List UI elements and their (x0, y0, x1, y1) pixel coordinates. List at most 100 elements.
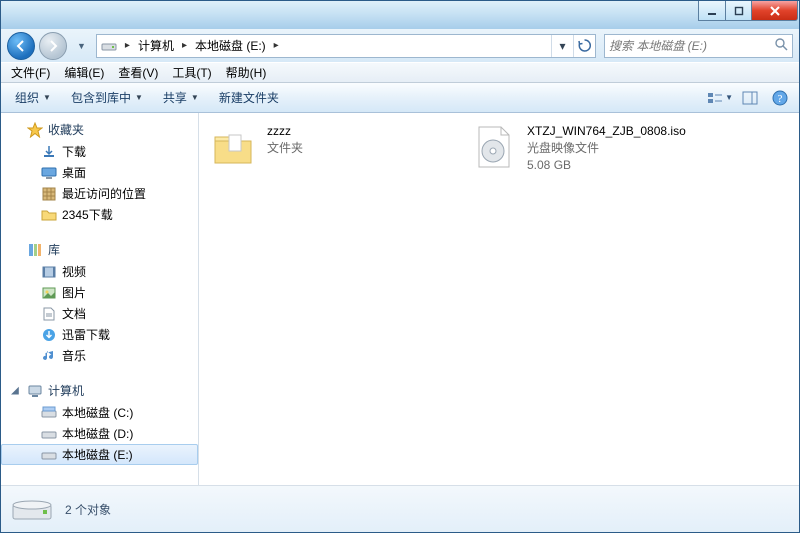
chevron-down-icon: ▼ (43, 93, 51, 102)
sidebar-item-xunlei[interactable]: 迅雷下载 (1, 324, 198, 345)
list-item[interactable]: zzzz 文件夹 (209, 123, 449, 171)
search-input[interactable]: 搜索 本地磁盘 (E:) (604, 34, 793, 58)
item-size: 5.08 GB (527, 157, 686, 174)
body: 收藏夹 下载 桌面 最近访问的位置 2345下载 (1, 113, 799, 485)
chevron-right-icon[interactable]: ▸ (178, 40, 191, 51)
address-bar[interactable]: ▸ 计算机 ▸ 本地磁盘 (E:) ▸ ▾ (96, 34, 596, 58)
chevron-down-icon: ▼ (191, 93, 199, 102)
details-pane: 2 个对象 (1, 485, 799, 532)
sidebar-item-drive-d[interactable]: 本地磁盘 (D:) (1, 423, 198, 444)
nav-head-libraries[interactable]: 库 (1, 239, 198, 261)
menu-tools[interactable]: 工具(T) (166, 62, 217, 83)
document-icon (41, 306, 57, 322)
breadcrumb-computer[interactable]: 计算机 (134, 35, 178, 57)
address-dropdown-button[interactable]: ▾ (551, 35, 573, 57)
nav-label: 本地磁盘 (E:) (62, 446, 133, 463)
address-buttons: ▾ (551, 35, 595, 57)
history-dropdown[interactable]: ▼ (71, 41, 92, 51)
item-type: 光盘映像文件 (527, 140, 686, 157)
chevron-down-icon: ▼ (135, 93, 143, 102)
iso-icon (469, 123, 517, 171)
sidebar-item-documents[interactable]: 文档 (1, 303, 198, 324)
music-icon (41, 348, 57, 364)
chevron-right-icon[interactable]: ▸ (270, 40, 283, 51)
menu-edit[interactable]: 编辑(E) (58, 62, 110, 83)
video-icon (41, 264, 57, 280)
sidebar-item-music[interactable]: 音乐 (1, 345, 198, 366)
nav-group-libraries: 库 视频 图片 文档 迅雷下载 (1, 239, 198, 366)
drive-icon (11, 493, 53, 525)
back-button[interactable] (7, 32, 35, 60)
drive-icon (41, 426, 57, 442)
star-icon (27, 122, 43, 138)
drive-icon (41, 447, 57, 463)
nav-label: 最近访问的位置 (62, 185, 146, 202)
sidebar-item-desktop[interactable]: 桌面 (1, 162, 198, 183)
menu-bar: 文件(F) 编辑(E) 查看(V) 工具(T) 帮助(H) (1, 62, 799, 83)
menu-help[interactable]: 帮助(H) (220, 62, 273, 83)
item-view[interactable]: zzzz 文件夹 XTZJ_WIN764_ZJB_0808.iso 光盘映像文件 (199, 113, 799, 485)
forward-button[interactable] (39, 32, 67, 60)
nav-group-favorites: 收藏夹 下载 桌面 最近访问的位置 2345下载 (1, 119, 198, 225)
drive-icon (99, 36, 119, 56)
newfolder-button[interactable]: 新建文件夹 (211, 86, 287, 109)
nav-label: 本地磁盘 (C:) (62, 404, 133, 421)
download-icon (41, 144, 57, 160)
sidebar-item-drive-c[interactable]: 本地磁盘 (C:) (1, 402, 198, 423)
nav-label: 收藏夹 (48, 121, 84, 138)
refresh-button[interactable] (573, 35, 595, 57)
share-button[interactable]: 共享▼ (155, 86, 207, 109)
nav-label: 图片 (62, 284, 86, 301)
nav-label: 计算机 (48, 382, 84, 399)
nav-label: 2345下载 (62, 206, 113, 223)
nav-bar: ▼ ▸ 计算机 ▸ 本地磁盘 (E:) ▸ ▾ 搜索 本地磁盘 (E:) (1, 29, 799, 62)
title-bar (1, 1, 799, 29)
item-name: XTZJ_WIN764_ZJB_0808.iso (527, 123, 686, 140)
item-name: zzzz (267, 123, 303, 140)
nav-label: 下载 (62, 143, 86, 160)
drive-icon (41, 405, 57, 421)
nav-label: 桌面 (62, 164, 86, 181)
organize-button[interactable]: 组织▼ (7, 86, 59, 109)
folder-icon (41, 207, 57, 223)
list-item[interactable]: XTZJ_WIN764_ZJB_0808.iso 光盘映像文件 5.08 GB (469, 123, 709, 173)
minimize-button[interactable] (698, 1, 726, 21)
desktop-icon (41, 165, 57, 181)
command-bar: 组织▼ 包含到库中▼ 共享▼ 新建文件夹 ▼ ? (1, 83, 799, 113)
pictures-icon (41, 285, 57, 301)
close-button[interactable] (752, 1, 798, 21)
collapse-icon[interactable]: ◢ (11, 384, 22, 397)
sidebar-item-recent[interactable]: 最近访问的位置 (1, 183, 198, 204)
download-icon (41, 327, 57, 343)
sidebar-item-downloads[interactable]: 下载 (1, 141, 198, 162)
sidebar-item-pictures[interactable]: 图片 (1, 282, 198, 303)
nav-pane[interactable]: 收藏夹 下载 桌面 最近访问的位置 2345下载 (1, 113, 199, 485)
chevron-right-icon[interactable]: ▸ (121, 40, 134, 51)
libraries-icon (27, 242, 43, 258)
item-type: 文件夹 (267, 140, 303, 157)
nav-label: 音乐 (62, 347, 86, 364)
include-button[interactable]: 包含到库中▼ (63, 86, 151, 109)
menu-view[interactable]: 查看(V) (112, 62, 164, 83)
nav-label: 本地磁盘 (D:) (62, 425, 133, 442)
sidebar-item-video[interactable]: 视频 (1, 261, 198, 282)
sidebar-item-2345dl[interactable]: 2345下载 (1, 204, 198, 225)
help-button[interactable]: ? (767, 87, 793, 109)
view-options-button[interactable]: ▼ (707, 87, 733, 109)
explorer-window: ▼ ▸ 计算机 ▸ 本地磁盘 (E:) ▸ ▾ 搜索 本地磁盘 (E:) (0, 0, 800, 533)
menu-file[interactable]: 文件(F) (5, 62, 56, 83)
nav-label: 文档 (62, 305, 86, 322)
nav-group-computer: ◢ 计算机 本地磁盘 (C:) 本地磁盘 (D:) 本地磁盘 (E:) (1, 380, 198, 465)
preview-pane-button[interactable] (737, 87, 763, 109)
sidebar-item-drive-e[interactable]: 本地磁盘 (E:) (1, 444, 198, 465)
recent-icon (41, 186, 57, 202)
chevron-down-icon: ▼ (725, 93, 733, 102)
nav-label: 库 (48, 241, 60, 258)
computer-icon (27, 383, 43, 399)
nav-head-computer[interactable]: ◢ 计算机 (1, 380, 198, 402)
breadcrumb-drive-e[interactable]: 本地磁盘 (E:) (191, 35, 270, 57)
folder-icon (209, 123, 257, 171)
status-text: 2 个对象 (65, 501, 111, 518)
maximize-button[interactable] (726, 1, 752, 21)
nav-head-favorites[interactable]: 收藏夹 (1, 119, 198, 141)
